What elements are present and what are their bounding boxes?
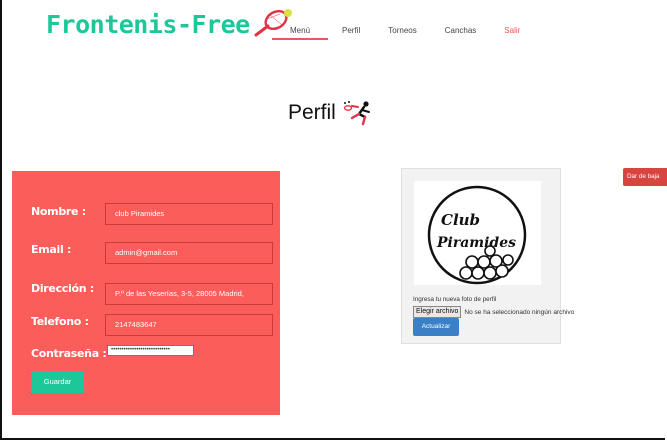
upload-label: Ingresa tu nueva foto de perfil (413, 296, 497, 303)
site-logo[interactable]: Frontenis-Free (46, 8, 294, 39)
name-field[interactable]: club Piramides (105, 203, 273, 225)
main-nav: Menú Perfil Torneos Canchas Salir (272, 26, 534, 40)
club-logo-line2: Piramides (436, 235, 516, 251)
file-input: Elegir archivo No se ha seleccionado nin… (413, 306, 574, 318)
profile-form-panel: Nombre : club Piramides Email : admin@gm… (12, 171, 280, 415)
save-button[interactable]: Guardar (31, 371, 84, 393)
email-field[interactable]: admin@gmail.com (105, 242, 273, 264)
phone-label: Telefono : (31, 315, 89, 328)
nav-perfil[interactable]: Perfil (328, 26, 374, 40)
club-logo-line1: Club (441, 211, 480, 229)
club-logo-image: Club Piramides (414, 181, 541, 285)
page-title-wrap: Perfil (288, 100, 376, 126)
choose-file-button[interactable]: Elegir archivo (413, 306, 462, 318)
address-field[interactable]: P.º de las Yeserías, 3-5, 28005 Madrid, (105, 283, 273, 305)
nav-menu[interactable]: Menú (272, 26, 329, 40)
club-logo-graphic: Club Piramides (427, 185, 527, 285)
file-status: No se ha seleccionado ningún archivo (464, 308, 575, 316)
delete-account-button[interactable]: Dar de baja (623, 168, 667, 186)
nav-torneos[interactable]: Torneos (374, 26, 430, 40)
profile-photo-card: Club Piramides Ingresa tu nueva foto de … (401, 168, 574, 344)
page-title: Perfil (288, 101, 336, 124)
update-photo-button[interactable]: Actualizar (413, 318, 459, 336)
password-field[interactable]: •••••••••••••••••••••••••••• (107, 345, 194, 356)
logo-text: Frontenis-Free (46, 10, 250, 39)
email-label: Email : (31, 243, 72, 256)
tennis-player-icon (343, 101, 370, 126)
address-label: Dirección : (31, 282, 94, 295)
nav-salir[interactable]: Salir (490, 26, 534, 40)
name-label: Nombre : (31, 205, 86, 218)
nav-canchas[interactable]: Canchas (431, 26, 491, 40)
phone-field[interactable]: 2147483647 (105, 314, 273, 336)
password-label: Contraseña : (31, 347, 107, 360)
